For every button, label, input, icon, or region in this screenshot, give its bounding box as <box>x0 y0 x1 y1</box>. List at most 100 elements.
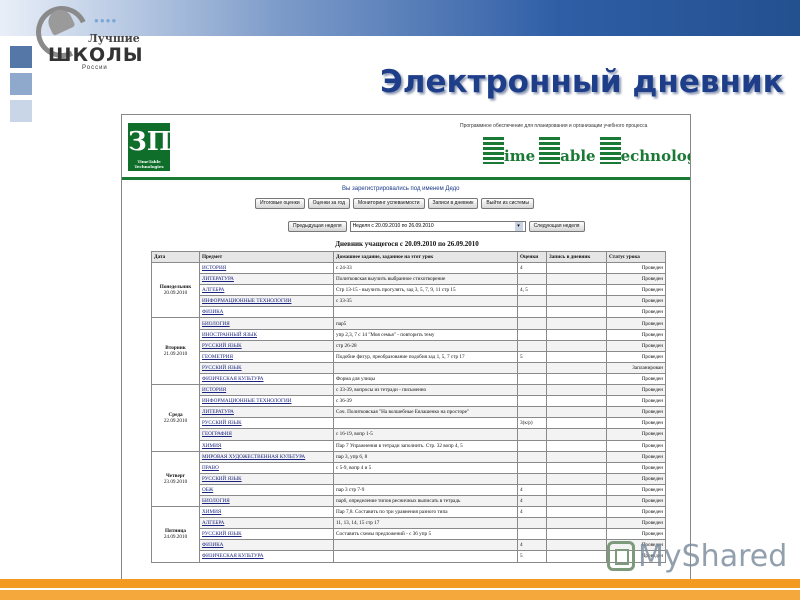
status-cell: Запланирован <box>606 361 666 374</box>
prev-week-button[interactable]: Предыдущая неделя <box>288 221 347 232</box>
subject-link[interactable]: ПРАВО <box>199 461 334 474</box>
subject-link[interactable]: ОБЖ <box>199 483 334 496</box>
brand-t-icon <box>483 137 504 164</box>
homework-cell: 11, 13, 14, 15 стр 17 <box>333 517 518 530</box>
homework-cell: упр 2,3, 7 с 14 "Моя семья" - повторить … <box>333 328 518 341</box>
subject-link[interactable]: МИРОВАЯ ХУДОЖЕСТВЕННАЯ КУЛЬТУРА <box>199 450 334 463</box>
table-row: БИОЛОГИЯ пар6, определение типов ресничны… <box>152 494 666 508</box>
diary-note-cell <box>546 328 607 341</box>
subject-link[interactable]: ИСТОРИЯ <box>199 261 334 275</box>
table-row: Пятница 24.09.2010 ХИМИЯ Пар 7,8. Составить… <box>151 506 666 563</box>
grade-cell <box>517 406 547 419</box>
homework-cell <box>333 361 518 374</box>
subject-link[interactable]: ФИЗИЧЕСКАЯ КУЛЬТУРА <box>199 372 334 386</box>
subject-link[interactable]: ФИЗИКА <box>199 306 334 319</box>
app-logo-text: ЗП <box>128 127 172 157</box>
homework-cell: пар 3 стр 7-9 <box>333 483 518 496</box>
day-cell: Пятница 24.09.2010 <box>151 506 200 563</box>
subject-link[interactable]: РУССКИЙ ЯЗЫК <box>199 472 334 485</box>
subject-link[interactable]: ХИМИЯ <box>199 506 334 519</box>
diary-note-cell <box>546 295 607 308</box>
homework-cell: пар6, определение типов ресничных выписа… <box>333 494 518 508</box>
progress-monitor-button[interactable]: Мониторинг успеваемости <box>353 198 425 209</box>
diary-note-cell <box>546 539 607 552</box>
brand-logo: ime able echnologies <box>483 137 690 165</box>
diary-note-cell <box>546 350 607 363</box>
subject-link[interactable]: ИНФОРМАЦИОННЫЕ ТЕХНОЛОГИИ <box>199 295 334 308</box>
table-row: АЛГЕБРА 11, 13, 14, 15 стр 17 Проведен <box>152 517 666 530</box>
grade-cell <box>517 339 547 352</box>
homework-cell: Составить схемы предложений - с 36 упр 5 <box>333 528 518 541</box>
day-cell: Вторник 21.09.2010 <box>151 317 200 386</box>
grade-cell <box>517 461 547 474</box>
table-row: РУССКИЙ ЯЗЫК 3(к/р) Проведен <box>152 417 666 430</box>
logout-button[interactable]: Выйти из системы <box>481 198 534 209</box>
subject-link[interactable]: БИОЛОГИЯ <box>199 317 334 330</box>
grade-cell <box>517 361 547 374</box>
subject-link[interactable]: БИОЛОГИЯ <box>199 494 334 508</box>
subject-link[interactable]: ИСТОРИЯ <box>199 384 334 397</box>
watermark: MyShared <box>607 536 787 576</box>
grade-cell <box>517 439 547 452</box>
status-cell: Проведен <box>606 483 666 496</box>
homework-cell: с 33-39, вопросы из тетради - письменно <box>333 384 518 397</box>
subject-link[interactable]: РУССКИЙ ЯЗЫК <box>199 339 334 352</box>
table-row: ОБЖ пар 3 стр 7-9 4 Проведен <box>152 483 666 496</box>
subject-link[interactable]: ЛИТЕРАТУРА <box>199 273 334 286</box>
homework-cell: с 33-35 <box>333 295 518 308</box>
table-row: АЛГЕБРА Стр 13-15 - выучить прогулять, за… <box>152 284 666 297</box>
homework-cell: Соч. Политковская "На волшебные Евлашенк… <box>333 406 518 419</box>
subject-link[interactable]: ГЕОМЕТРИЯ <box>199 350 334 363</box>
subject-link[interactable]: ФИЗИЧЕСКАЯ КУЛЬТУРА <box>199 550 334 563</box>
brand-word-2: able <box>560 147 596 165</box>
status-cell: Проведен <box>606 406 666 419</box>
subject-link[interactable]: РУССКИЙ ЯЗЫК <box>199 361 334 374</box>
homework-cell: стр 26-28 <box>333 339 518 352</box>
subject-link[interactable]: РУССКИЙ ЯЗЫК <box>199 528 334 541</box>
next-week-button[interactable]: Следующая неделя <box>528 221 585 232</box>
grade-cell <box>517 295 547 308</box>
table-row: ПРАВО с 5-9, вопр 4 и 5 Проведен <box>152 461 666 474</box>
table-header-row: Дата Предмет Домашнее задание, заданное … <box>151 251 666 263</box>
diary-screenshot: ЗП TimeTable Technologies Программное об… <box>121 114 691 580</box>
subject-link[interactable]: ЛИТЕРАТУРА <box>199 406 334 419</box>
table-row: ЛИТЕРАТУРА Соч. Политковская "На волшебны… <box>152 406 666 419</box>
subject-link[interactable]: ИНФОРМАЦИОННЫЕ ТЕХНОЛОГИИ <box>199 395 334 408</box>
homework-cell <box>333 417 518 430</box>
diary-table-body: Понедельник 20.09.2010 ИСТОРИЯ с 24-33 4 Пров… <box>151 261 666 563</box>
column-header: Оценки <box>517 251 547 263</box>
grade-cell: 4 <box>517 483 547 496</box>
diary-notes-button[interactable]: Записи в дневник <box>427 198 479 209</box>
subject-link[interactable]: АЛГЕБРА <box>199 517 334 530</box>
subject-link[interactable]: ФИЗИКА <box>199 539 334 552</box>
final-grades-button[interactable]: Итоговые оценки <box>255 198 305 209</box>
grade-cell <box>517 384 547 397</box>
status-cell: Проведен <box>606 328 666 341</box>
slide-title: Электронный дневник <box>380 64 784 100</box>
day-date: 21.09.2010 <box>163 351 188 358</box>
table-row: РУССКИЙ ЯЗЫК Запланирован <box>152 361 666 374</box>
subject-link[interactable]: ХИМИЯ <box>199 439 334 452</box>
subject-link[interactable]: ГЕОГРАФИЯ <box>199 428 334 441</box>
subject-link[interactable]: ИНОСТРАННЫЙ ЯЗЫК <box>199 328 334 341</box>
status-cell: Проведен <box>606 295 666 308</box>
year-grades-button[interactable]: Оценки за год <box>307 198 351 209</box>
homework-cell: с 16-19, вопр 1-5 <box>333 428 518 441</box>
diary-note-cell <box>546 517 607 530</box>
subject-link[interactable]: АЛГЕБРА <box>199 284 334 297</box>
app-tagline: Программное обеспечение для планирования… <box>460 123 648 129</box>
homework-cell: пар5 <box>333 317 518 330</box>
grade-cell <box>517 395 547 408</box>
homework-cell <box>333 539 518 552</box>
decor-square <box>10 73 32 95</box>
table-row: Среда 22.09.2010 ИСТОРИЯ с 33-39, вопросы и… <box>151 384 666 452</box>
subject-link[interactable]: РУССКИЙ ЯЗЫК <box>199 417 334 430</box>
grade-cell: 4 <box>517 261 547 275</box>
status-cell: Проведен <box>606 439 666 452</box>
table-row: РУССКИЙ ЯЗЫК Проведен <box>152 472 666 485</box>
bottom-bar <box>0 590 800 600</box>
header-divider <box>122 177 690 180</box>
decor-square <box>10 46 32 68</box>
week-select[interactable]: Неделя с 20.09.2010 по 26.09.2010 ▾ <box>349 221 526 232</box>
diary-note-cell <box>546 284 607 297</box>
